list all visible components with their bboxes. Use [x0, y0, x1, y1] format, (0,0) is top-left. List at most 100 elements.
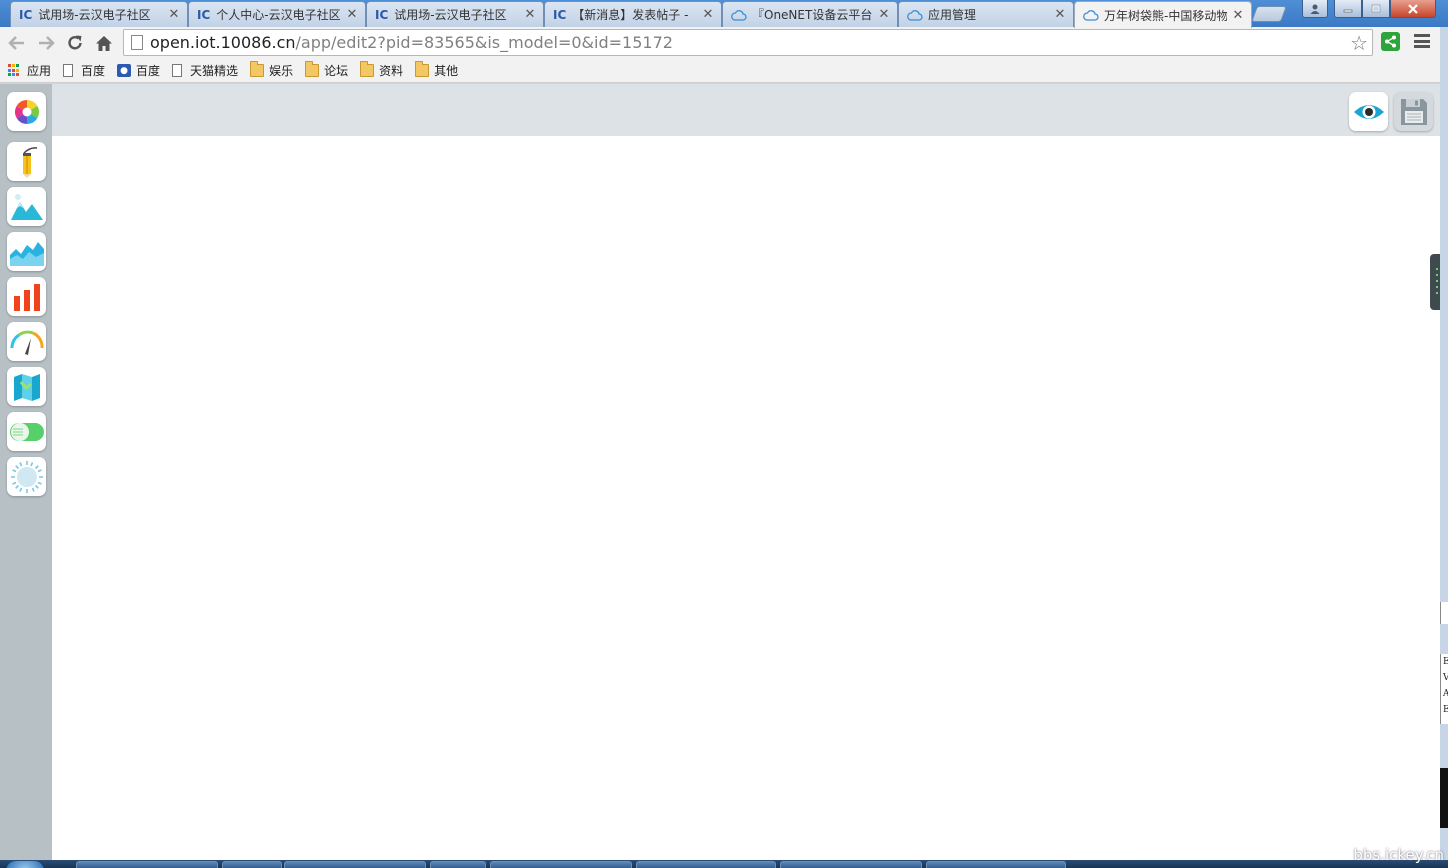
bar-chart-icon	[13, 283, 40, 311]
close-icon	[1408, 3, 1418, 14]
baidu-paw-icon: ●	[117, 64, 132, 77]
bookmark-label: 应用	[27, 64, 52, 78]
start-orb-icon[interactable]	[6, 861, 44, 868]
bookmark-label: 资料	[379, 64, 404, 78]
taskbar-item[interactable]	[430, 861, 486, 868]
taskbar-item[interactable]	[490, 861, 632, 868]
tab-3[interactable]: IC 试用场-云汉电子社区 ✕	[366, 1, 544, 27]
map-tool[interactable]	[7, 367, 46, 406]
taskbar-item[interactable]	[222, 861, 282, 868]
home-button[interactable]	[93, 32, 115, 54]
bookmark-star-icon[interactable]: ☆	[1350, 31, 1368, 55]
share-icon	[1385, 35, 1396, 48]
taskbar-item[interactable]	[284, 861, 426, 868]
tab-close-icon[interactable]: ✕	[523, 7, 537, 22]
gauge-tool[interactable]	[7, 322, 46, 361]
tab-close-icon[interactable]: ✕	[1231, 8, 1245, 23]
tab-2[interactable]: IC 个人中心-云汉电子社区 ✕	[188, 1, 366, 27]
tab-4[interactable]: IC 【新消息】发表帖子 - ✕	[544, 1, 722, 27]
text-pen-tool[interactable]	[7, 142, 46, 181]
address-bar[interactable]: open.iot.10086.cn/app/edit2?pid=83565&is…	[123, 29, 1373, 56]
bookmark-folder-entertainment[interactable]: 娱乐	[250, 61, 293, 79]
taskbar-item[interactable]	[636, 861, 776, 868]
eye-icon	[1353, 104, 1384, 119]
bookmark-apps[interactable]: 应用	[8, 62, 51, 79]
cloud-icon	[731, 9, 747, 21]
tab-close-icon[interactable]: ✕	[345, 7, 359, 22]
area-chart-icon	[9, 241, 44, 266]
tab-1[interactable]: IC 试用场-云汉电子社区 ✕	[10, 1, 188, 27]
bookmark-label: 百度	[81, 64, 106, 78]
stray-line: E	[1443, 702, 1448, 718]
browser-tab-strip: IC 试用场-云汉电子社区 ✕ IC 个人中心-云汉电子社区 ✕ IC 试用场-…	[0, 0, 1448, 28]
taskbar-item[interactable]	[76, 861, 218, 868]
color-wheel-icon	[14, 99, 39, 124]
tab-title: 试用场-云汉电子社区	[38, 8, 151, 22]
bookmark-folder-resources[interactable]: 资料	[360, 61, 404, 79]
back-button[interactable]	[6, 32, 28, 54]
folder-icon	[360, 61, 375, 77]
light-tool[interactable]	[7, 457, 46, 496]
floppy-disk-icon	[1400, 98, 1427, 125]
apps-grid-icon	[8, 64, 21, 77]
window-close-button[interactable]	[1390, 0, 1436, 18]
bookmark-label: 天猫精选	[190, 64, 239, 78]
tab-close-icon[interactable]: ✕	[877, 7, 891, 22]
bookmark-label: 百度	[136, 64, 161, 78]
maximize-icon	[1371, 4, 1381, 13]
area-chart-tool[interactable]	[7, 232, 46, 271]
minimize-button[interactable]	[1334, 0, 1362, 18]
user-profile-button[interactable]	[1302, 0, 1328, 18]
page-icon	[63, 64, 74, 77]
tab-5[interactable]: 『OneNET设备云平台 ✕	[722, 1, 898, 27]
cloud-icon	[1083, 10, 1099, 21]
browser-menu-icon[interactable]	[1414, 34, 1430, 48]
reload-button[interactable]	[64, 32, 86, 54]
page-icon	[172, 64, 183, 77]
background-window-dark	[1440, 768, 1448, 828]
mountain-image-icon	[10, 193, 43, 220]
cloud-icon	[907, 9, 923, 21]
bookmark-baidu-1[interactable]: 百度	[63, 62, 105, 79]
gauge-icon	[9, 330, 44, 355]
new-tab-button[interactable]	[1251, 6, 1287, 22]
ic-logo-icon: IC	[375, 7, 389, 22]
tab-6[interactable]: 应用管理 ✕	[898, 1, 1074, 27]
preview-button[interactable]	[1349, 92, 1388, 131]
home-icon	[96, 35, 112, 51]
bar-chart-tool[interactable]	[7, 277, 46, 316]
switch-tool[interactable]	[7, 412, 46, 451]
minimize-icon	[1343, 9, 1353, 12]
tab-close-icon[interactable]: ✕	[167, 7, 181, 22]
image-tool[interactable]	[7, 187, 46, 226]
side-scroll-handle[interactable]	[1430, 254, 1440, 310]
taskbar-item[interactable]	[780, 861, 922, 868]
watermark-text: bbs.ickey.cn	[1353, 846, 1444, 864]
back-arrow-icon	[8, 36, 24, 50]
url-host: open.iot.10086.cn	[150, 33, 296, 52]
share-extension-button[interactable]	[1381, 32, 1400, 51]
save-button[interactable]	[1394, 92, 1433, 131]
switch-icon	[9, 422, 44, 441]
bookmark-folder-other[interactable]: 其他	[415, 61, 458, 79]
bookmark-folder-forum[interactable]: 论坛	[305, 61, 348, 79]
forward-button[interactable]	[35, 32, 57, 54]
stray-line: A	[1443, 686, 1448, 702]
stray-line: V	[1443, 670, 1448, 686]
tab-close-icon[interactable]: ✕	[701, 7, 715, 22]
forward-arrow-icon	[39, 36, 55, 50]
taskbar-item[interactable]	[926, 861, 1066, 868]
editor-page	[0, 84, 1440, 860]
ic-logo-icon: IC	[197, 7, 211, 22]
color-wheel-tool[interactable]	[7, 92, 46, 131]
map-icon	[13, 373, 40, 401]
address-url: open.iot.10086.cn/app/edit2?pid=83565&is…	[150, 33, 673, 52]
folder-icon	[415, 61, 430, 77]
bookmark-tmall[interactable]: 天猫精选	[172, 62, 238, 79]
pencil-icon	[22, 146, 37, 178]
tab-title: 个人中心-云汉电子社区	[216, 8, 341, 22]
bookmark-baidu-2[interactable]: ● 百度	[117, 62, 160, 79]
maximize-button[interactable]	[1362, 0, 1390, 18]
tab-close-icon[interactable]: ✕	[1053, 7, 1067, 22]
tab-7-active[interactable]: 万年树袋熊-中国移动物 ✕	[1074, 1, 1252, 28]
